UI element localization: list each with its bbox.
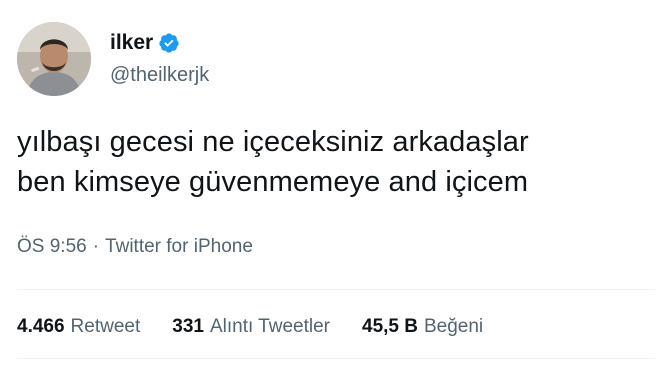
like-count[interactable]: 45,5 B Beğeni — [362, 315, 483, 339]
author-display-name[interactable]: ilker — [110, 30, 153, 56]
tweet-time[interactable]: ÖS 9:56 — [17, 236, 87, 257]
avatar-image — [17, 22, 91, 96]
stat-label: Retweet — [70, 316, 141, 337]
meta-separator: · — [92, 236, 100, 257]
retweet-count[interactable]: 4.466 Retweet — [17, 315, 140, 339]
divider — [17, 358, 655, 359]
stat-value: 4.466 — [17, 316, 65, 337]
stat-value: 331 — [172, 316, 204, 337]
stat-label: Beğeni — [423, 316, 484, 337]
stat-label: Alıntı Tweetler — [209, 316, 330, 337]
tweet-text-line: yılbaşı gecesi ne içeceksiniz arkadaşlar — [17, 126, 529, 158]
divider — [17, 289, 655, 290]
quote-tweet-count[interactable]: 331 Alıntı Tweetler — [172, 315, 330, 339]
stat-value: 45,5 B — [362, 316, 418, 337]
tweet-source[interactable]: Twitter for iPhone — [105, 236, 253, 257]
tweet-card: ilker @theilkerjk yılbaşı gecesi ne içec… — [0, 0, 672, 378]
author-handle[interactable]: @theilkerjk — [110, 63, 209, 87]
author-name-row[interactable]: ilker — [110, 30, 180, 56]
tweet-text-line: ben kimseye güvenmemeye and içicem — [17, 166, 529, 198]
tweet-text: yılbaşı gecesi ne içeceksiniz arkadaşlar… — [17, 122, 657, 202]
tweet-meta: ÖS 9:56 · Twitter for iPhone — [17, 235, 253, 259]
engagement-stats: 4.466 Retweet 331 Alıntı Tweetler 45,5 B… — [17, 315, 483, 339]
avatar[interactable] — [17, 22, 91, 96]
verified-badge-icon — [159, 33, 179, 53]
